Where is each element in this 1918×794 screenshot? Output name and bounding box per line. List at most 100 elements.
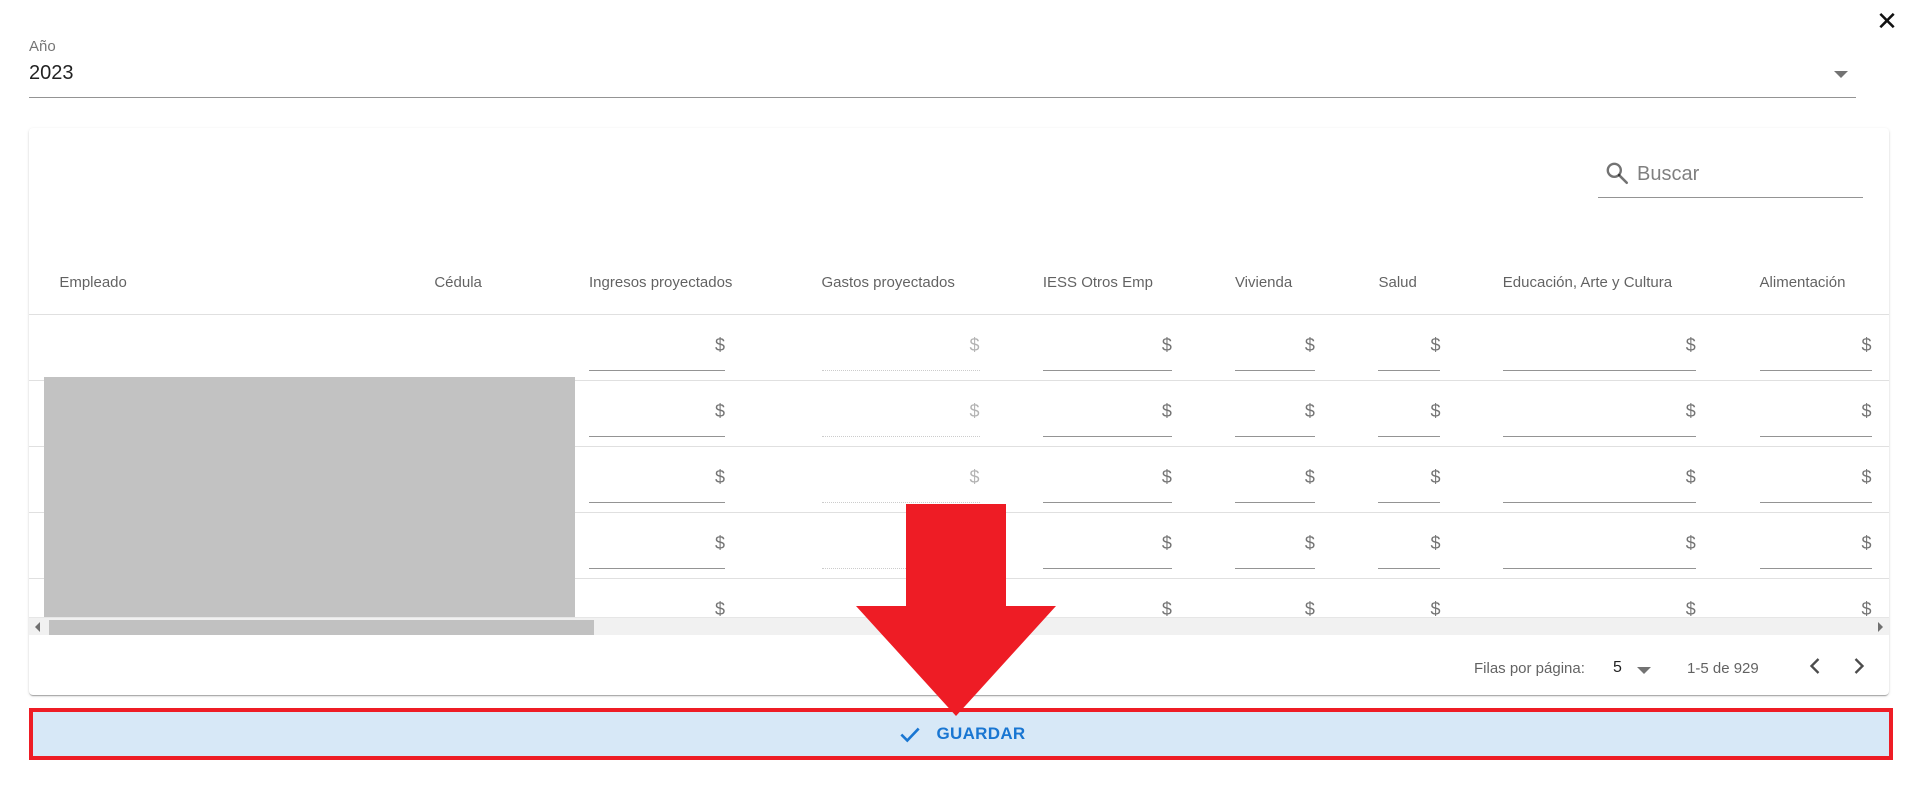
currency-sign: $ [1161, 533, 1172, 553]
search-icon [1606, 162, 1629, 185]
currency-sign: $ [1161, 335, 1172, 355]
alimentacion-input[interactable]: $ [1759, 381, 1872, 437]
currency-sign: $ [714, 467, 725, 487]
cell-vivienda: $ [1234, 314, 1379, 381]
iess-input[interactable]: $ [1042, 315, 1172, 371]
chevron-right-icon[interactable] [1845, 652, 1873, 680]
educacion-input[interactable]: $ [1502, 513, 1696, 569]
cell-empleado [59, 314, 435, 381]
cell-ingresos: $ [589, 446, 822, 513]
currency-sign: $ [1161, 401, 1172, 421]
educacion-input[interactable]: $ [1502, 381, 1696, 437]
ingresos-input[interactable]: $ [589, 513, 725, 569]
table-row: $ $ $ $ $ $ $ [29, 314, 1889, 381]
currency-sign: $ [1430, 335, 1441, 355]
rows-per-page-label: Filas por página: [1474, 660, 1585, 677]
save-button-label: GUARDAR [936, 724, 1026, 743]
currency-sign: $ [1304, 401, 1315, 421]
cell-vivienda: $ [1234, 512, 1379, 579]
vivienda-input[interactable]: $ [1234, 381, 1315, 437]
alimentacion-input[interactable]: $ [1759, 513, 1872, 569]
check-icon [899, 727, 920, 743]
salud-input[interactable]: $ [1378, 381, 1441, 437]
cell-alimentacion: $ [1759, 314, 1889, 381]
cell-vivienda: $ [1234, 446, 1379, 513]
column-header-salud: Salud [1378, 224, 1503, 315]
scroll-left-icon[interactable] [35, 622, 40, 632]
ingresos-input[interactable]: $ [589, 315, 725, 371]
currency-sign: $ [1304, 533, 1315, 553]
column-header-empleado: Empleado [59, 224, 435, 315]
educacion-input[interactable]: $ [1502, 315, 1696, 371]
currency-sign: $ [1685, 401, 1696, 421]
vivienda-input[interactable]: $ [1234, 315, 1315, 371]
ingresos-input[interactable]: $ [589, 381, 725, 437]
currency-sign: $ [714, 401, 725, 421]
cell-alimentacion: $ [1759, 380, 1889, 447]
currency-sign: $ [969, 335, 980, 355]
chevron-down-icon [1834, 71, 1848, 78]
column-header-educacion: Educación, Arte y Cultura [1502, 224, 1760, 315]
year-select[interactable]: Año 2023 [29, 38, 1856, 98]
cell-iess: $ [1042, 512, 1235, 579]
cell-educacion: $ [1502, 380, 1760, 447]
close-button[interactable]: ✕ [1874, 8, 1900, 34]
cell-ingresos: $ [589, 314, 822, 381]
vivienda-input[interactable]: $ [1234, 447, 1315, 503]
currency-sign: $ [1685, 335, 1696, 355]
currency-sign: $ [1861, 401, 1872, 421]
table-header-row: Empleado Cédula Ingresos proyectados Gas… [29, 224, 1889, 315]
cell-educacion: $ [1502, 512, 1760, 579]
scrollbar-thumb[interactable] [49, 620, 594, 635]
currency-sign: $ [1430, 467, 1441, 487]
vivienda-input[interactable]: $ [1234, 513, 1315, 569]
column-header-gastos: Gastos proyectados [821, 224, 1043, 315]
currency-sign: $ [1304, 467, 1315, 487]
cell-iess: $ [1042, 380, 1235, 447]
currency-sign: $ [1685, 533, 1696, 553]
red-arrow-icon [856, 504, 1056, 716]
cell-cedula [434, 314, 589, 381]
ingresos-input[interactable]: $ [589, 447, 725, 503]
column-header-alimentacion: Alimentación [1759, 224, 1889, 315]
educacion-input[interactable]: $ [1502, 447, 1696, 503]
gastos-input: $ [821, 315, 980, 371]
currency-sign: $ [714, 335, 725, 355]
search-box [1598, 153, 1863, 198]
page-range: 1-5 de 929 [1687, 660, 1759, 677]
salud-input[interactable]: $ [1378, 513, 1441, 569]
currency-sign: $ [1430, 401, 1441, 421]
currency-sign: $ [969, 467, 980, 487]
cell-gastos: $ [821, 314, 1043, 381]
iess-input[interactable]: $ [1042, 381, 1172, 437]
chevron-down-icon[interactable] [1637, 667, 1651, 674]
cell-salud: $ [1378, 314, 1503, 381]
rows-per-page-select[interactable]: 5 [1613, 659, 1622, 677]
currency-sign: $ [1861, 533, 1872, 553]
currency-sign: $ [969, 401, 980, 421]
currency-sign: $ [1304, 335, 1315, 355]
cell-vivienda: $ [1234, 380, 1379, 447]
alimentacion-input[interactable]: $ [1759, 315, 1872, 371]
iess-input[interactable]: $ [1042, 513, 1172, 569]
year-value: 2023 [29, 62, 74, 84]
scroll-right-icon[interactable] [1878, 622, 1883, 632]
iess-input[interactable]: $ [1042, 447, 1172, 503]
column-header-vivienda: Vivienda [1234, 224, 1379, 315]
cell-ingresos: $ [589, 380, 822, 447]
chevron-left-icon[interactable] [1801, 652, 1829, 680]
cell-alimentacion: $ [1759, 446, 1889, 513]
cell-educacion: $ [1502, 314, 1760, 381]
currency-sign: $ [1161, 467, 1172, 487]
alimentacion-input[interactable]: $ [1759, 447, 1872, 503]
currency-sign: $ [1861, 467, 1872, 487]
search-input[interactable] [1635, 158, 1859, 190]
currency-sign: $ [1685, 467, 1696, 487]
cell-salud: $ [1378, 380, 1503, 447]
salud-input[interactable]: $ [1378, 315, 1441, 371]
currency-sign: $ [714, 533, 725, 553]
redacted-employee-block [44, 377, 575, 632]
cell-ingresos: $ [589, 512, 822, 579]
currency-sign: $ [1861, 335, 1872, 355]
salud-input[interactable]: $ [1378, 447, 1441, 503]
